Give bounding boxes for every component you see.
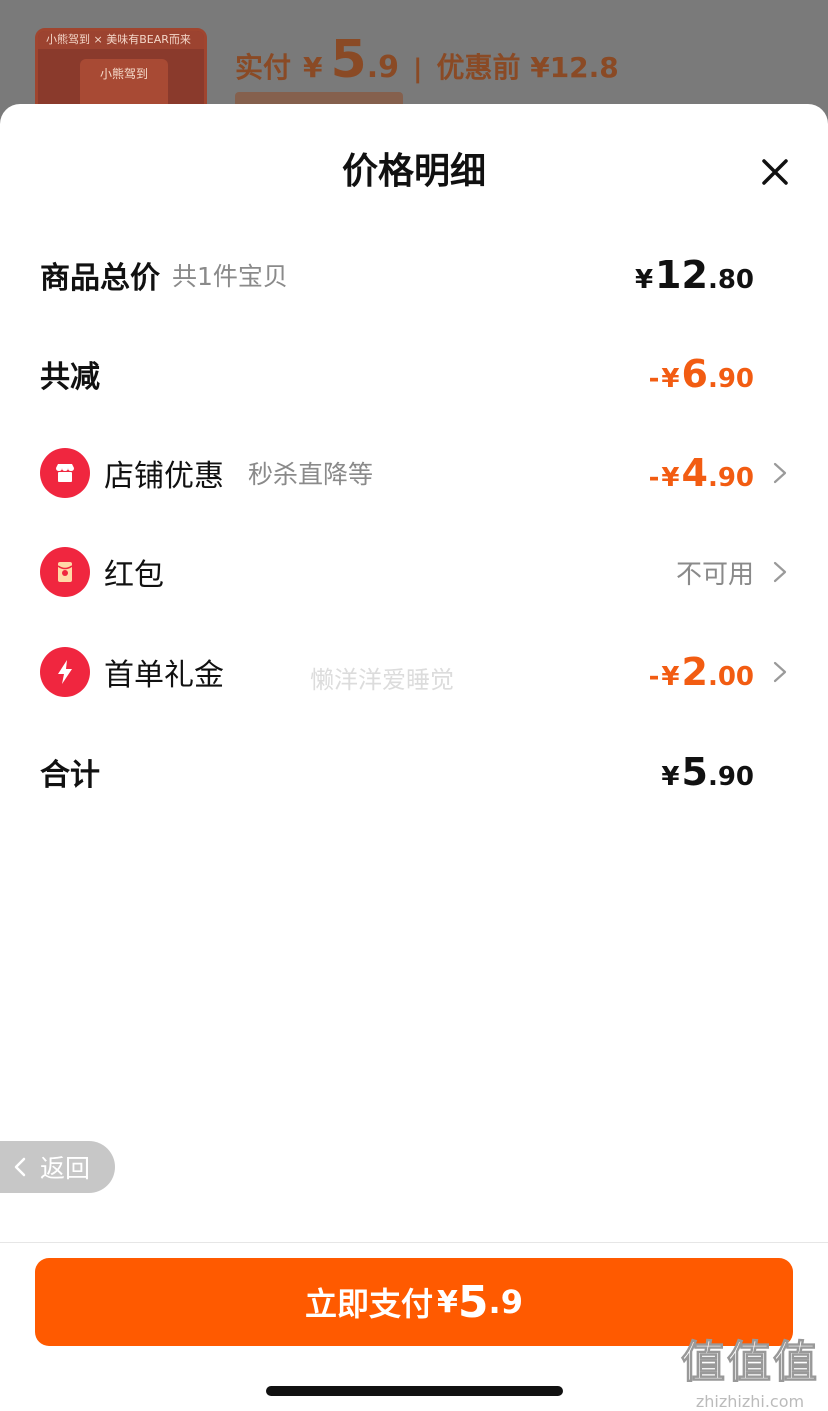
paid-label: 实付 — [235, 51, 292, 84]
first-order-gift-amount: - ¥ 2 .00 — [649, 650, 754, 694]
row-sum: 合计 ¥ 5 .90 — [0, 737, 828, 807]
paid-decimal: .9 — [366, 50, 399, 85]
pay-currency: ¥ — [437, 1284, 458, 1320]
site-watermark-glyphs: 值值值 — [681, 1337, 819, 1389]
amount-decimal: .80 — [707, 265, 754, 295]
row-item-total: 商品总价 共1件宝贝 ¥ 12 .80 — [0, 240, 828, 310]
store-discount-note: 秒杀直降等 — [248, 460, 374, 489]
chevron-right-icon — [770, 460, 790, 486]
amount-integer: 6 — [681, 352, 708, 396]
pay-amount-integer: 5 — [457, 1276, 489, 1328]
row-discount-total: 共减 - ¥ 6 .90 — [0, 339, 828, 409]
sum-label: 合计 — [40, 758, 100, 793]
discount-total-amount: - ¥ 6 .90 — [649, 352, 754, 396]
row-red-packet[interactable]: 红包 不可用 — [0, 537, 828, 607]
site-watermark-domain: zhizhizhi.com — [695, 1392, 805, 1411]
store-discount-label: 店铺优惠 — [104, 459, 224, 494]
chevron-right-icon — [770, 659, 790, 685]
red-packet-icon — [40, 547, 90, 597]
row-store-discount[interactable]: 店铺优惠 秒杀直降等 - ¥ 4 .90 — [0, 438, 828, 508]
thumbnail-brand-text: 小熊驾到 × 美味有BEAR而来 — [38, 31, 204, 49]
site-watermark: 值值值 zhizhizhi.com — [676, 1326, 824, 1411]
pay-now-label: 立即支付 — [305, 1285, 434, 1323]
footer-divider — [0, 1242, 828, 1243]
back-button[interactable]: 返回 — [0, 1141, 115, 1193]
paid-integer: 5 — [330, 30, 367, 90]
price-detail-sheet: 价格明细 商品总价 共1件宝贝 ¥ 12 .80 共减 - ¥ 6 .90 店铺… — [0, 104, 828, 1411]
minus-sign: - — [648, 364, 660, 394]
price-separator: | — [412, 54, 423, 84]
item-total-amount: ¥ 12 .80 — [635, 253, 754, 297]
minus-sign: - — [648, 463, 660, 493]
minus-sign: - — [648, 662, 660, 692]
store-icon — [40, 448, 90, 498]
discount-total-label: 共减 — [40, 360, 100, 395]
item-count-label: 共1件宝贝 — [172, 262, 288, 291]
amount-integer: 4 — [681, 451, 708, 495]
amount-decimal: .00 — [707, 662, 754, 692]
red-packet-label: 红包 — [104, 558, 164, 593]
currency-symbol: ¥ — [661, 762, 680, 792]
red-packet-status: 不可用 — [675, 559, 754, 590]
currency-symbol: ¥ — [661, 463, 680, 493]
amount-decimal: .90 — [707, 463, 754, 493]
close-icon — [762, 159, 788, 185]
original-price: 优惠前 ¥12.8 — [436, 51, 619, 84]
amount-integer: 5 — [681, 750, 708, 794]
item-total-label: 商品总价 — [40, 261, 160, 296]
close-button[interactable] — [750, 152, 800, 192]
user-watermark: 懒洋洋爱睡觉 — [310, 666, 454, 694]
chevron-left-icon — [14, 1157, 26, 1177]
amount-decimal: .90 — [707, 762, 754, 792]
back-button-label: 返回 — [40, 1154, 91, 1183]
store-discount-amount: - ¥ 4 .90 — [649, 451, 754, 495]
chevron-right-icon — [770, 559, 790, 585]
amount-decimal: .90 — [707, 364, 754, 394]
currency-symbol: ¥ — [661, 364, 680, 394]
sheet-title: 价格明细 — [341, 151, 486, 192]
amount-integer: 2 — [681, 650, 708, 694]
currency-symbol: ¥ — [661, 662, 680, 692]
lightning-icon — [40, 647, 90, 697]
home-indicator — [266, 1386, 563, 1396]
background-price-line: 实付 ¥ 5 .9 | 优惠前 ¥12.8 — [235, 30, 619, 90]
first-order-gift-label: 首单礼金 — [104, 658, 224, 693]
currency-symbol: ¥ — [634, 265, 654, 295]
sum-amount: ¥ 5 .90 — [661, 750, 754, 794]
pay-amount-decimal: .9 — [488, 1283, 523, 1321]
paid-currency: ¥ — [303, 51, 323, 84]
amount-integer: 12 — [655, 253, 708, 297]
